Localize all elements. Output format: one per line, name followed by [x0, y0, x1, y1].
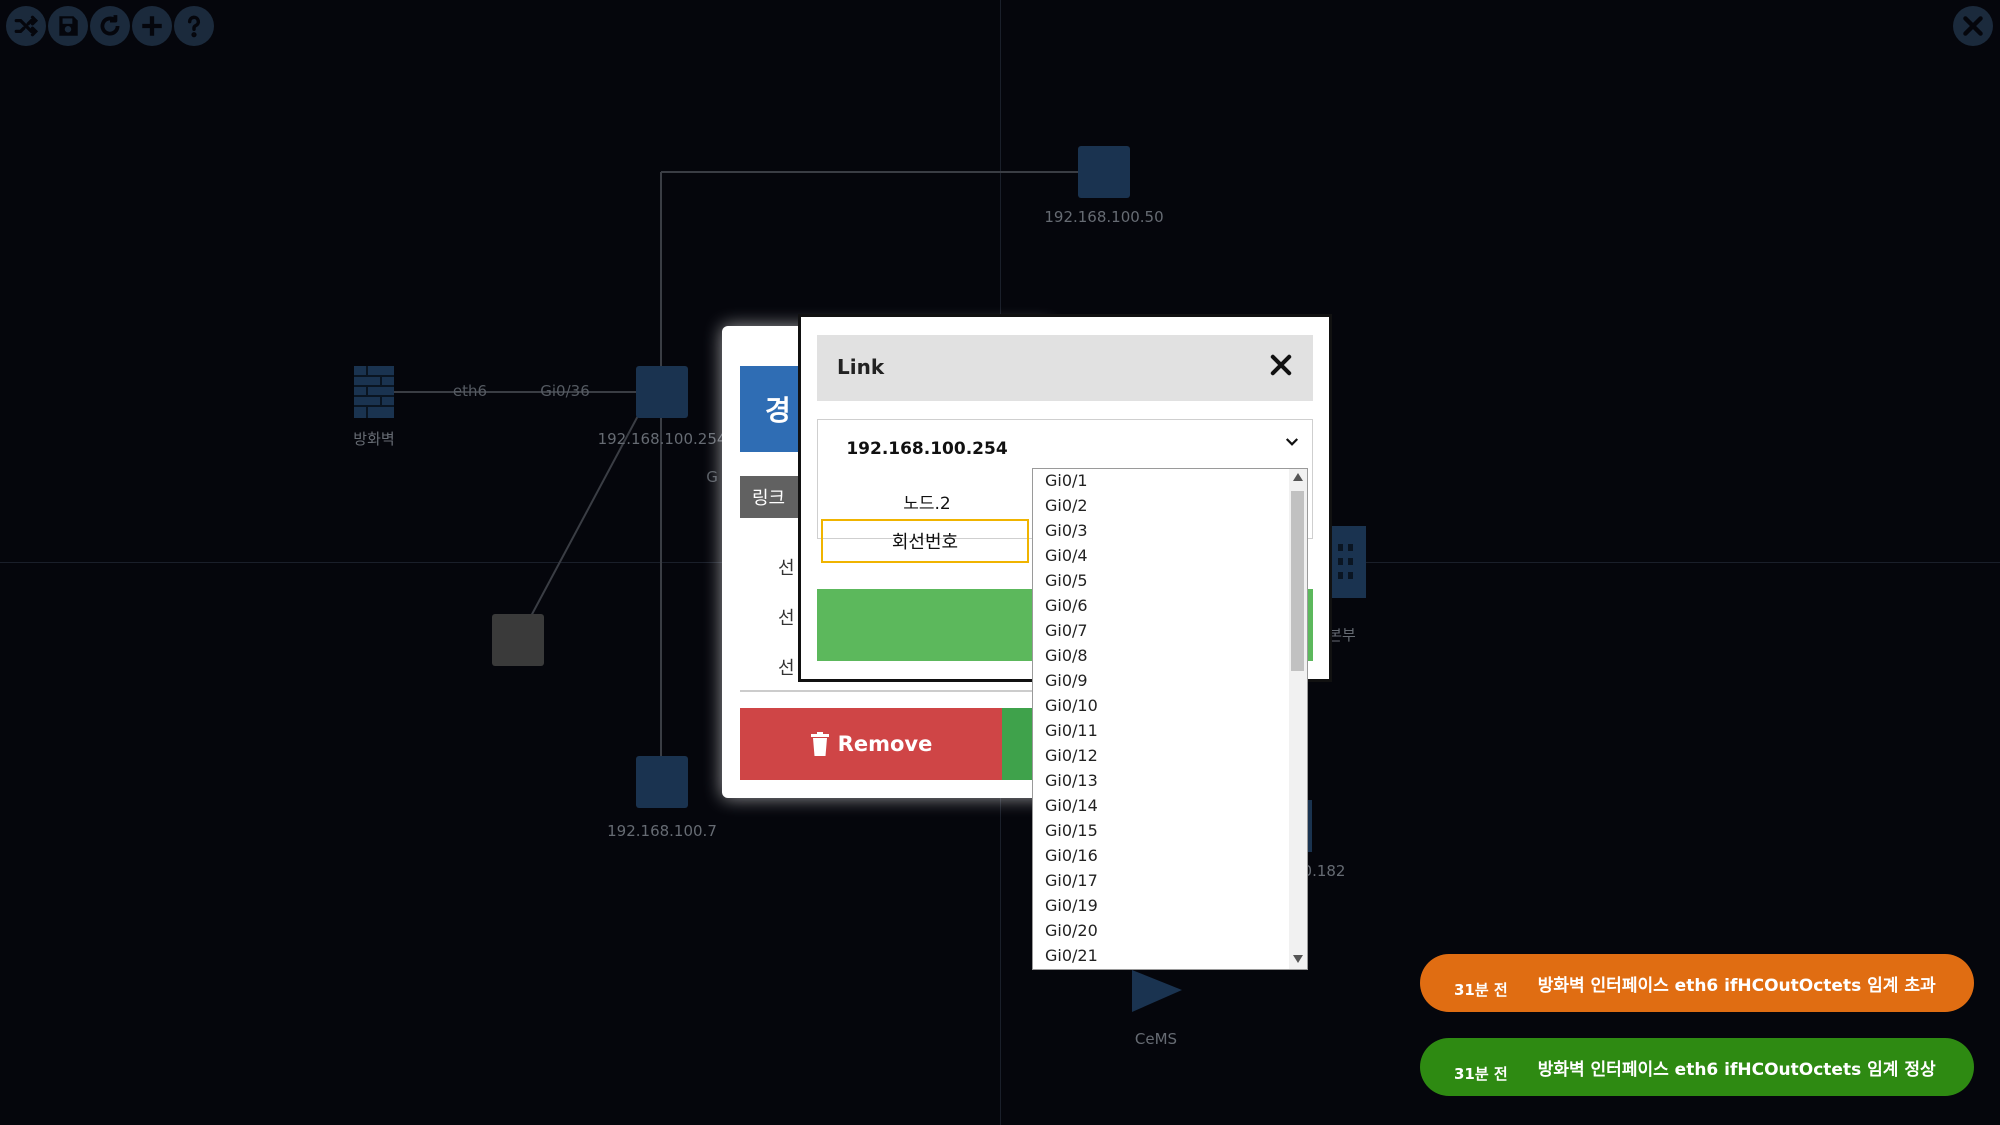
dropdown-option[interactable]: Gi0/10 — [1045, 696, 1098, 715]
line-number-label: 회선번호 — [891, 532, 959, 553]
dropdown-option[interactable]: Gi0/13 — [1045, 771, 1098, 790]
node-label-core: 192.168.100.254 — [597, 430, 727, 448]
toast-time: 31분 전 — [1454, 1064, 1508, 1083]
dropdown-option[interactable]: Gi0/16 — [1045, 846, 1098, 865]
toast-message: 방화벽 인터페이스 eth6 ifHCOutOctets 임계 초과 — [1537, 975, 1936, 996]
dropdown-option[interactable]: Gi0/19 — [1045, 896, 1098, 915]
switch-node-bottom[interactable] — [636, 756, 688, 808]
node-label-bottom: 192.168.100.7 — [607, 822, 717, 840]
close-icon[interactable] — [1267, 351, 1295, 379]
scroll-up-icon[interactable] — [1293, 473, 1303, 481]
unknown-node[interactable] — [492, 614, 544, 666]
divider — [740, 690, 1040, 692]
dropdown-option[interactable]: Gi0/9 — [1045, 671, 1088, 690]
port-dropdown-list[interactable]: Gi0/1 Gi0/2 Gi0/3 Gi0/4 Gi0/5 Gi0/6 Gi0/… — [1032, 468, 1308, 970]
dropdown-option[interactable]: Gi0/1 — [1045, 471, 1088, 490]
scrollbar-thumb[interactable] — [1291, 491, 1304, 671]
node-label-building: 본부 — [1328, 626, 1356, 644]
dropdown-option[interactable]: Gi0/4 — [1045, 546, 1088, 565]
node1-ip: 192.168.100.254 — [846, 439, 1008, 459]
dropdown-scrollbar[interactable] — [1289, 469, 1307, 969]
modal-title: Link — [837, 355, 885, 379]
switch-node-top[interactable] — [1078, 146, 1130, 198]
primary-blue-label: 경 — [765, 394, 791, 427]
detail-row-label: 선 — [778, 608, 795, 629]
detail-row-label: 선 — [778, 558, 795, 579]
dropdown-option[interactable]: Gi0/3 — [1045, 521, 1088, 540]
remove-button[interactable]: Remove — [740, 708, 1002, 780]
node-label-cems: CeMS — [1134, 1030, 1178, 1048]
trash-icon — [810, 732, 829, 756]
toast-message: 방화벽 인터페이스 eth6 ifHCOutOctets 임계 정상 — [1537, 1059, 1936, 1080]
dropdown-option[interactable]: Gi0/12 — [1045, 746, 1098, 765]
node-label-right: 0.182 — [1302, 862, 1346, 880]
node-label-top: 192.168.100.50 — [1044, 208, 1164, 226]
building-icon[interactable] — [1330, 526, 1366, 598]
dropdown-option[interactable]: Gi0/14 — [1045, 796, 1098, 815]
dropdown-option[interactable]: Gi0/15 — [1045, 821, 1098, 840]
toast-alert-exceeded[interactable]: 31분 전 방화벽 인터페이스 eth6 ifHCOutOctets 임계 초과 — [1420, 954, 1974, 1012]
dropdown-option[interactable]: Gi0/11 — [1045, 721, 1098, 740]
toast-alert-normal[interactable]: 31분 전 방화벽 인터페이스 eth6 ifHCOutOctets 임계 정상 — [1420, 1038, 1974, 1096]
chevron-down-icon — [1285, 438, 1299, 446]
dropdown-option[interactable]: Gi0/21 — [1045, 946, 1098, 965]
dropdown-option[interactable]: Gi0/2 — [1045, 496, 1088, 515]
detail-row-label: 선 — [778, 658, 795, 679]
dropdown-option[interactable]: Gi0/7 — [1045, 621, 1088, 640]
dropdown-option[interactable]: Gi0/8 — [1045, 646, 1088, 665]
dropdown-option[interactable]: Gi0/5 — [1045, 571, 1088, 590]
modal-header: Link — [817, 335, 1313, 401]
dropdown-option[interactable]: Gi0/20 — [1045, 921, 1098, 940]
node2-label: 노드.2 — [903, 494, 951, 514]
cems-play-icon[interactable] — [1130, 970, 1182, 1012]
dropdown-option[interactable]: Gi0/17 — [1045, 871, 1098, 890]
toast-time: 31분 전 — [1454, 980, 1508, 999]
remove-button-label: Remove — [837, 732, 933, 756]
link-label-partial: G — [706, 468, 718, 486]
switch-node-core[interactable] — [636, 366, 688, 418]
node-label-firewall: 방화벽 — [353, 430, 395, 448]
tab-link-label: 링크 — [752, 488, 786, 509]
dropdown-option[interactable]: Gi0/6 — [1045, 596, 1088, 615]
link-label-eth6: eth6 — [452, 382, 488, 400]
firewall-icon[interactable] — [354, 366, 394, 418]
link-label-gi036: Gi0/36 — [540, 382, 590, 400]
scroll-down-icon[interactable] — [1293, 955, 1303, 963]
line-number-field[interactable]: 회선번호 — [821, 519, 1029, 563]
port-select[interactable] — [1033, 421, 1311, 465]
